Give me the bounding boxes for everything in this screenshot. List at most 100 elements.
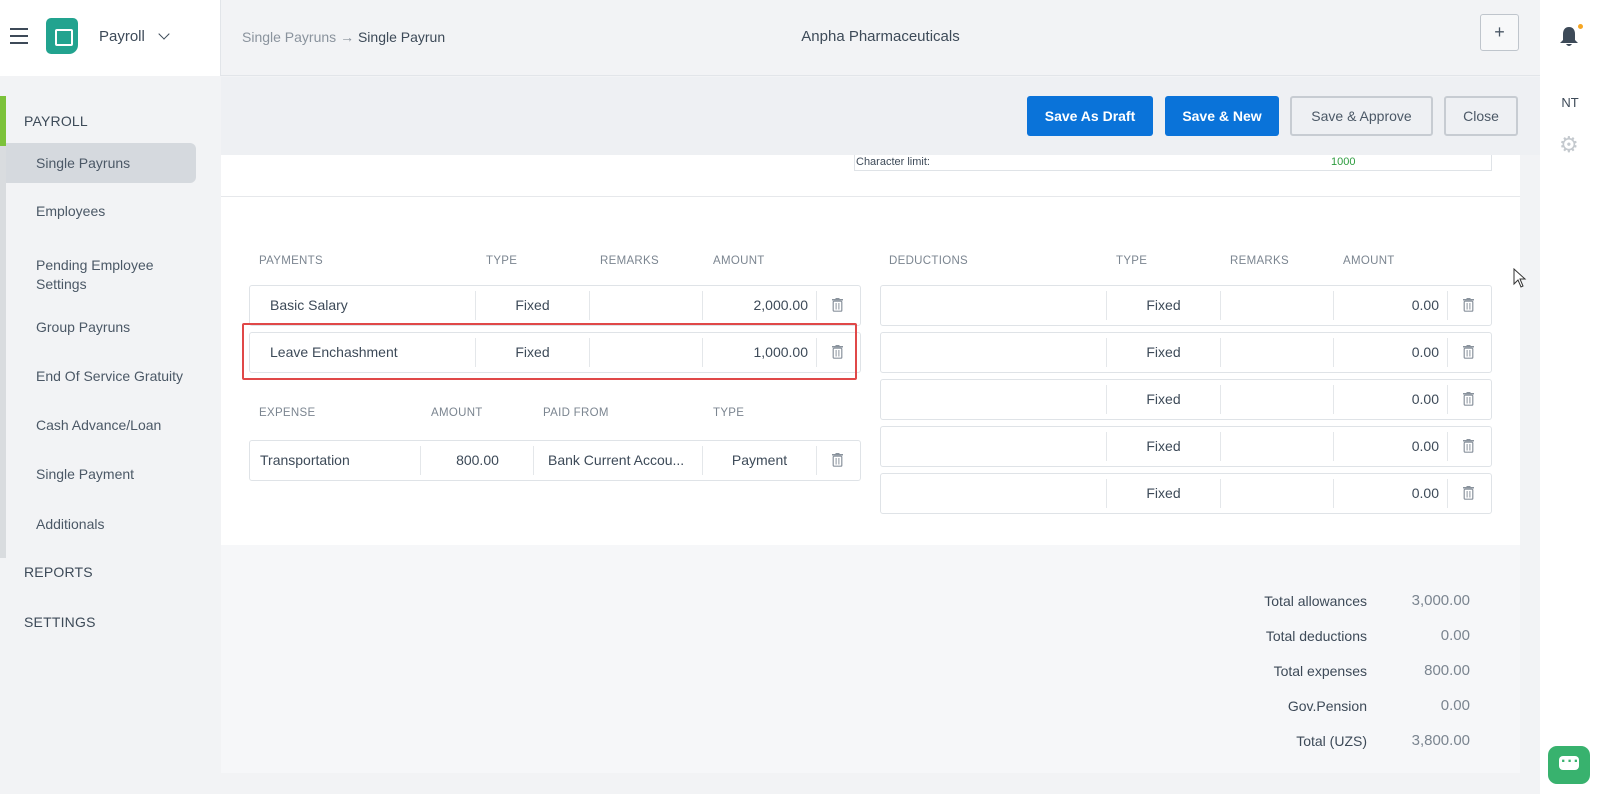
deduction-type-field[interactable]: Fixed (1107, 286, 1220, 325)
payment-type-field[interactable]: Fixed (476, 286, 589, 325)
highlight-annotation (242, 323, 857, 380)
payments-type-header: TYPE (486, 255, 518, 267)
total-expenses-label: Total expenses (1273, 663, 1367, 679)
deduction-type-field[interactable]: Fixed (1107, 333, 1220, 372)
sidebar: PAYROLL Single Payruns Employees Pending… (0, 76, 221, 794)
right-rail: NT ⚙ (1540, 0, 1600, 794)
totals-panel: Total allowances 3,000.00 Total deductio… (221, 545, 1520, 773)
total-deductions-value: 0.00 (1440, 627, 1470, 644)
plus-icon[interactable]: + (1480, 14, 1519, 51)
close-button[interactable]: Close (1444, 96, 1518, 136)
expense-paid-from-select[interactable]: Bank Current Accou... (548, 441, 690, 480)
deduction-remarks-field[interactable] (1221, 474, 1333, 513)
save-and-approve-button[interactable]: Save & Approve (1290, 96, 1433, 136)
expense-type-select[interactable]: Payment (703, 441, 816, 480)
payments-remarks-header: REMARKS (600, 255, 659, 267)
deduction-name-field[interactable] (891, 474, 1096, 513)
deduction-remarks-field[interactable] (1221, 286, 1333, 325)
deduction-amount-field[interactable]: 0.00 (1334, 380, 1439, 419)
deduction-row: Fixed 0.00 (880, 285, 1492, 326)
deduction-row: Fixed 0.00 (880, 473, 1492, 514)
character-limit-value: 1000 (1331, 156, 1356, 168)
deductions-type-header: TYPE (1116, 255, 1148, 267)
user-initials[interactable]: NT (1540, 95, 1600, 110)
deductions-header: DEDUCTIONS (889, 255, 969, 267)
bell-icon[interactable] (1559, 26, 1579, 48)
payrun-form: Character limit: 1000 PAYMENTS TYPE REMA… (221, 155, 1520, 773)
expense-name-field[interactable]: Transportation (260, 441, 415, 480)
app-name[interactable]: Payroll (99, 28, 145, 45)
gov-pension-value: 0.00 (1440, 697, 1470, 714)
grand-total-label: Total (UZS) (1296, 733, 1367, 749)
deduction-name-field[interactable] (891, 380, 1096, 419)
trash-icon[interactable] (1463, 439, 1474, 453)
expense-amount-field[interactable]: 800.00 (421, 441, 534, 480)
trash-icon[interactable] (1463, 392, 1474, 406)
total-allowances-label: Total allowances (1264, 593, 1367, 609)
deduction-name-field[interactable] (891, 286, 1096, 325)
character-limit-label: Character limit: (856, 156, 930, 168)
deduction-amount-field[interactable]: 0.00 (1334, 474, 1439, 513)
deduction-amount-field[interactable]: 0.00 (1334, 286, 1439, 325)
grand-total-value: 3,800.00 (1411, 732, 1470, 749)
trash-icon[interactable] (832, 453, 843, 467)
deduction-remarks-field[interactable] (1221, 333, 1333, 372)
sidebar-item-single-payruns[interactable]: Single Payruns (6, 143, 196, 183)
notes-footer: Character limit: 1000 (221, 155, 1520, 197)
sidebar-section-settings[interactable]: SETTINGS (24, 614, 96, 630)
deduction-name-field[interactable] (891, 333, 1096, 372)
payments-amount-header: AMOUNT (713, 255, 765, 267)
trash-icon[interactable] (832, 298, 843, 312)
sidebar-item-group-payruns[interactable]: Group Payruns (6, 318, 196, 337)
deduction-type-field[interactable]: Fixed (1107, 474, 1220, 513)
sidebar-item-single-payment[interactable]: Single Payment (6, 465, 196, 484)
chevron-down-icon[interactable] (158, 28, 170, 40)
sidebar-section-reports[interactable]: REPORTS (24, 564, 93, 580)
total-allowances-value: 3,000.00 (1411, 592, 1470, 609)
gov-pension-label: Gov.Pension (1287, 698, 1367, 714)
deduction-type-field[interactable]: Fixed (1107, 380, 1220, 419)
expense-type-header: TYPE (713, 407, 745, 419)
deduction-row: Fixed 0.00 (880, 332, 1492, 373)
top-header: Single Payruns → Single Payrun Anpha Pha… (221, 0, 1540, 76)
save-as-draft-button[interactable]: Save As Draft (1027, 96, 1153, 136)
expense-header: EXPENSE (259, 407, 316, 419)
chat-icon[interactable] (1548, 746, 1590, 784)
expense-amount-header: AMOUNT (431, 407, 483, 419)
app-logo-icon (46, 18, 78, 54)
sidebar-item-additionals[interactable]: Additionals (6, 515, 196, 534)
app-switcher: Payroll (0, 0, 221, 76)
menu-icon[interactable] (10, 28, 28, 44)
deduction-remarks-field[interactable] (1221, 380, 1333, 419)
deduction-amount-field[interactable]: 0.00 (1334, 333, 1439, 372)
notification-dot (1577, 23, 1584, 30)
sidebar-item-pending-employee-settings[interactable]: Pending Employee Settings (6, 256, 186, 294)
sidebar-item-end-of-service-gratuity[interactable]: End Of Service Gratuity (6, 367, 196, 386)
total-expenses-value: 800.00 (1424, 662, 1470, 679)
deduction-name-field[interactable] (891, 427, 1096, 466)
total-deductions-label: Total deductions (1265, 628, 1367, 644)
trash-icon[interactable] (1463, 486, 1474, 500)
payment-name-field[interactable]: Basic Salary (270, 286, 465, 325)
sidebar-section-payroll[interactable]: PAYROLL (24, 113, 88, 129)
deduction-type-field[interactable]: Fixed (1107, 427, 1220, 466)
sidebar-item-cash-advance-loan[interactable]: Cash Advance/Loan (6, 416, 196, 435)
save-and-new-button[interactable]: Save & New (1165, 96, 1279, 136)
gear-icon[interactable]: ⚙ (1559, 134, 1579, 156)
payment-amount-field[interactable]: 2,000.00 (703, 286, 809, 325)
company-name: Anpha Pharmaceuticals (801, 28, 960, 45)
expense-paid-from-header: PAID FROM (543, 407, 609, 419)
deductions-remarks-header: REMARKS (1230, 255, 1289, 267)
expense-row: Transportation 800.00 Bank Current Accou… (249, 440, 861, 481)
deduction-remarks-field[interactable] (1221, 427, 1333, 466)
trash-icon[interactable] (1463, 345, 1474, 359)
sidebar-item-employees[interactable]: Employees (6, 202, 196, 221)
trash-icon[interactable] (1463, 298, 1474, 312)
character-limit-box: Character limit: 1000 (854, 155, 1492, 171)
cursor-icon (1513, 268, 1527, 288)
deduction-row: Fixed 0.00 (880, 379, 1492, 420)
payment-remarks-field[interactable] (590, 286, 702, 325)
deduction-amount-field[interactable]: 0.00 (1334, 427, 1439, 466)
payment-row: Basic Salary Fixed 2,000.00 (249, 285, 861, 326)
deductions-amount-header: AMOUNT (1343, 255, 1395, 267)
